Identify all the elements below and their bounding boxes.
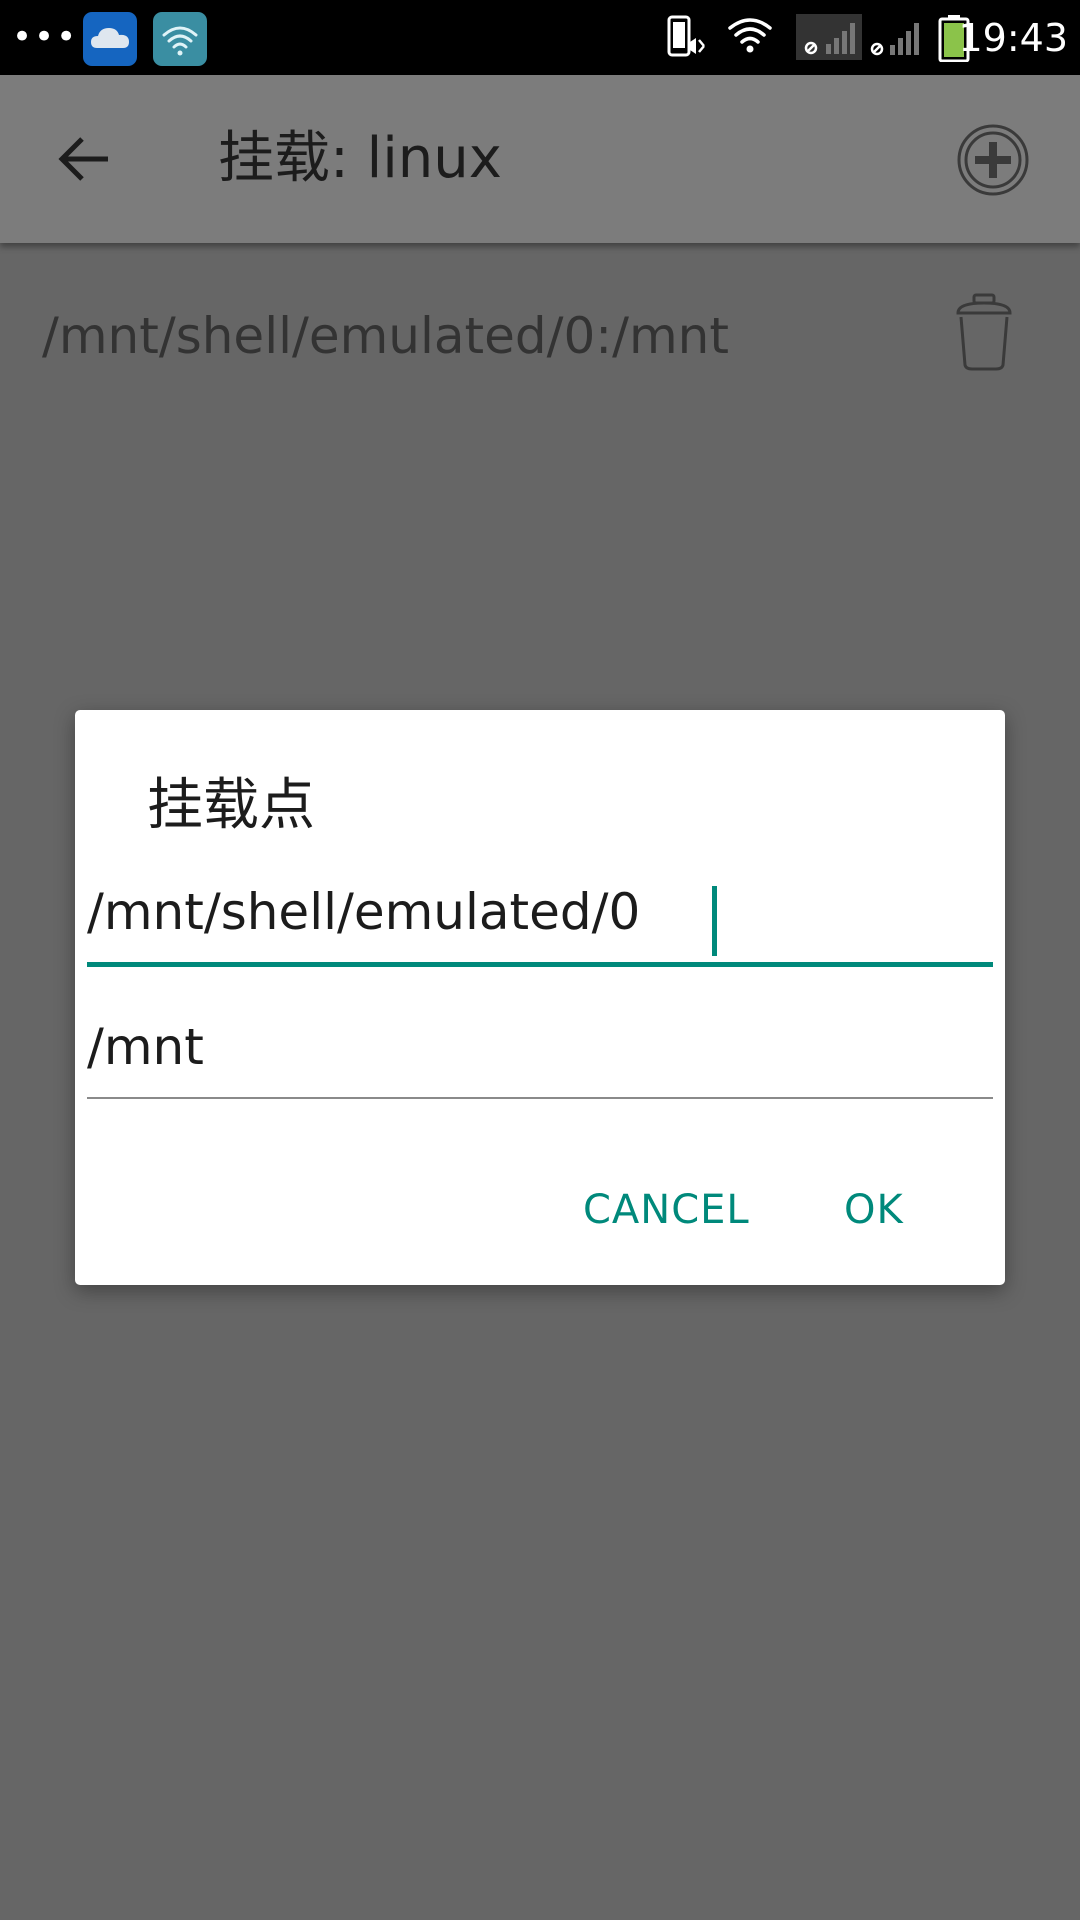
target-path-underline — [87, 1097, 993, 1099]
status-bar: ••• 19:43 — [0, 0, 1080, 75]
no-signal-icon — [796, 14, 862, 60]
delete-mount-button[interactable] — [952, 291, 1016, 373]
text-cursor — [712, 886, 717, 956]
source-path-underline — [87, 962, 993, 967]
app-bar: 挂载: linux — [0, 75, 1080, 243]
clock: 19:43 — [958, 16, 1068, 60]
vibrate-icon — [667, 15, 705, 57]
mount-point-dialog: 挂载点 CANCEL OK — [75, 710, 1005, 1285]
source-path-field — [87, 870, 993, 967]
add-circle-icon — [957, 124, 1029, 196]
list-item[interactable]: /mnt/shell/emulated/0:/mnt — [0, 243, 1080, 383]
mount-list: /mnt/shell/emulated/0:/mnt — [0, 243, 1080, 383]
wifi-icon — [728, 18, 772, 53]
add-mount-button[interactable] — [955, 122, 1031, 198]
cloud-app-icon — [83, 12, 137, 66]
target-path-input[interactable] — [87, 1005, 993, 1089]
source-path-input[interactable] — [87, 870, 993, 954]
no-signal-icon — [870, 23, 919, 56]
trash-icon — [956, 293, 1012, 371]
back-button[interactable] — [44, 119, 124, 199]
arrow-left-icon — [58, 137, 108, 181]
mount-path-label: /mnt/shell/emulated/0:/mnt — [42, 307, 729, 365]
target-path-field — [87, 1005, 993, 1099]
dialog-title: 挂载点 — [147, 773, 315, 838]
more-notifications-icon: ••• — [12, 17, 79, 57]
cancel-button[interactable]: CANCEL — [577, 1170, 756, 1250]
wifi-app-icon — [153, 12, 207, 66]
ok-button[interactable]: OK — [838, 1170, 910, 1250]
page-title: 挂载: linux — [218, 126, 502, 191]
